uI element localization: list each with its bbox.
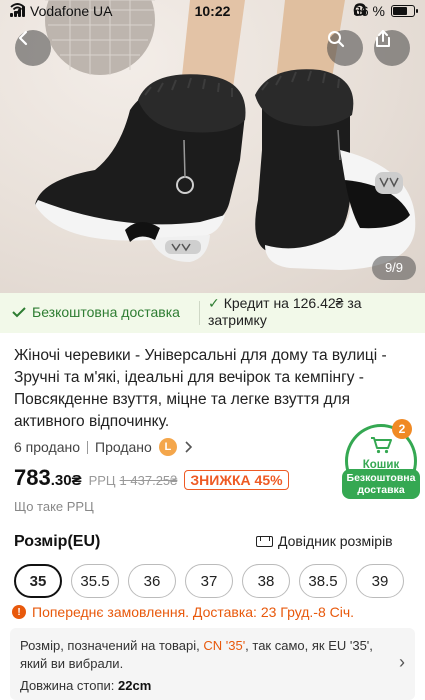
size-guide-label: Довідник розмірів bbox=[278, 533, 393, 549]
price-decimal: .30₴ bbox=[50, 472, 82, 489]
headphones-icon bbox=[354, 3, 367, 15]
image-counter: 9/9 bbox=[372, 256, 416, 280]
share-button[interactable] bbox=[374, 30, 410, 66]
free-shipping-label: Безкоштовна доставка bbox=[32, 304, 180, 320]
size-guide-link[interactable]: Довідник розмірів bbox=[256, 533, 393, 549]
battery-icon bbox=[391, 5, 418, 17]
size-option[interactable]: 37 bbox=[185, 564, 233, 598]
size-option[interactable]: 35 bbox=[14, 564, 62, 598]
note-cn-size: CN '35' bbox=[203, 638, 246, 653]
free-shipping-badge[interactable]: Безкоштовна доставка bbox=[12, 304, 180, 320]
size-heading: Розмір(EU) bbox=[14, 533, 101, 550]
credit-info[interactable]: ✓ Кредит на 126.42₴ за затримку bbox=[208, 295, 418, 329]
size-option[interactable]: 38 bbox=[242, 564, 290, 598]
share-icon bbox=[376, 30, 390, 47]
product-image-gallery[interactable]: Vodafone UA 10:22 66 % 9/9 bbox=[0, 0, 425, 293]
price-row: 783 .30₴ РРЦ 1 437.25₴ ЗНИЖКА 45% bbox=[14, 465, 289, 491]
credit-label: Кредит на 126.42₴ за затримку bbox=[208, 295, 362, 328]
sales-info: 6 продано Продано L bbox=[14, 438, 192, 456]
preorder-text: Попереднє замовлення. Доставка: 23 Груд.… bbox=[32, 604, 355, 620]
strip-divider bbox=[199, 301, 200, 325]
back-arrow-icon bbox=[18, 30, 28, 46]
search-icon bbox=[328, 31, 345, 48]
delivery-strip[interactable]: Безкоштовна доставка ✓ Кредит на 126.42₴ … bbox=[0, 293, 425, 333]
size-options: 35 35.5 36 37 38 38.5 39 bbox=[14, 564, 404, 598]
status-bar: Vodafone UA 10:22 66 % bbox=[0, 0, 425, 22]
rrp-info-link[interactable]: Що таке РРЦ bbox=[14, 499, 94, 514]
foot-length: Довжина стопи: 22cm bbox=[20, 678, 151, 693]
check-icon bbox=[12, 307, 26, 318]
status-right: 66 % bbox=[353, 3, 418, 19]
cart-count-badge: 2 bbox=[392, 419, 412, 439]
sold-count: 6 продано bbox=[14, 439, 80, 455]
chevron-right-icon[interactable] bbox=[184, 441, 192, 453]
size-note[interactable]: Розмір, позначений на товарі, CN '35', т… bbox=[10, 628, 415, 700]
rrp-label: РРЦ bbox=[88, 473, 116, 488]
preorder-notice: ! Попереднє замовлення. Доставка: 23 Гру… bbox=[12, 604, 354, 620]
size-option[interactable]: 38.5 bbox=[299, 564, 347, 598]
clock-icon: ! bbox=[12, 605, 26, 619]
foot-length-value: 22cm bbox=[118, 678, 152, 693]
back-button[interactable] bbox=[15, 30, 51, 66]
search-button[interactable] bbox=[327, 30, 363, 66]
discount-badge: ЗНИЖКА 45% bbox=[184, 470, 289, 490]
ruler-icon bbox=[256, 535, 273, 547]
seller-badge[interactable]: L bbox=[158, 438, 177, 456]
size-option[interactable]: 39 bbox=[356, 564, 404, 598]
foot-length-label: Довжина стопи: bbox=[20, 678, 115, 693]
price-main: 783 bbox=[14, 465, 51, 490]
chevron-right-icon[interactable]: › bbox=[399, 652, 405, 673]
seller-label: Продано bbox=[95, 439, 152, 455]
size-option[interactable]: 35.5 bbox=[71, 564, 119, 598]
cart-icon bbox=[348, 436, 414, 459]
note-text-before: Розмір, позначений на товарі, bbox=[20, 638, 200, 653]
size-option[interactable]: 36 bbox=[128, 564, 176, 598]
check-icon: ✓ bbox=[208, 295, 220, 311]
product-title: Жіночі черевики - Універсальні для дому … bbox=[14, 347, 387, 430]
rrp-price: 1 437.25₴ bbox=[119, 473, 178, 488]
size-note-text: Розмір, позначений на товарі, CN '35', т… bbox=[20, 637, 390, 673]
divider bbox=[87, 440, 88, 454]
cart-free-delivery: Безкоштовна доставка bbox=[342, 469, 420, 499]
